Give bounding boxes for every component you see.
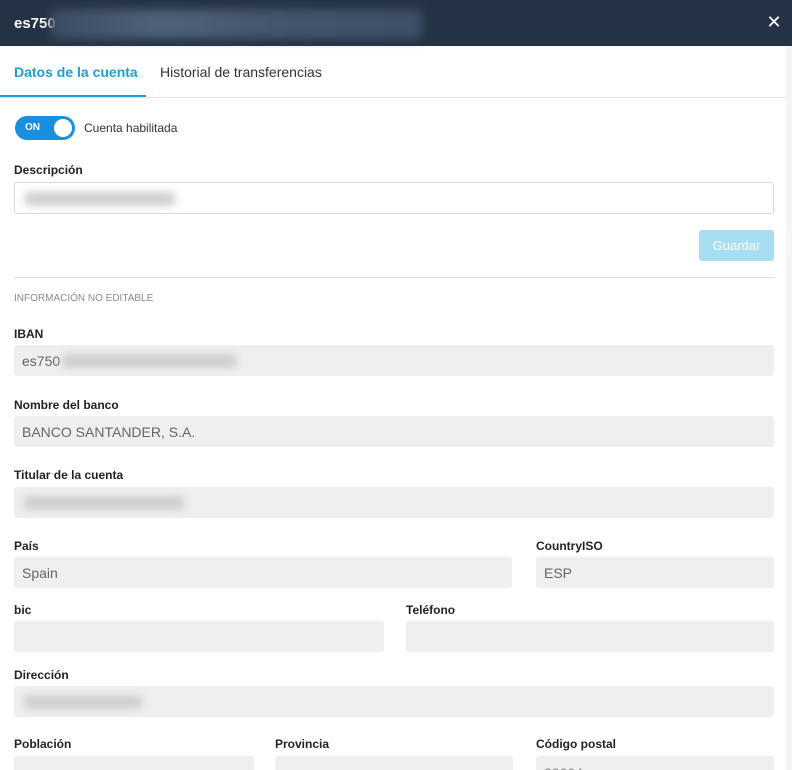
bank-name-value: BANCO SANTANDER, S.A. [22,424,196,440]
scrollbar-track[interactable] [786,46,792,770]
tab-bar: Datos de la cuenta Historial de transfer… [0,46,792,98]
redacted-iban-digits [62,354,237,368]
city-field [14,756,254,770]
description-label: Descripción [14,163,83,177]
toggle-knob [54,119,72,137]
bic-label: bic [14,603,32,617]
postal-code-label: Código postal [536,737,616,751]
tab-transfer-history[interactable]: Historial de transferencias [160,64,322,80]
country-iso-value: ESP [544,565,573,581]
account-enabled-toggle[interactable]: ON [15,116,75,140]
redacted-holder-value [24,496,184,510]
address-field [14,686,774,717]
readonly-section-title: INFORMACIÓN NO EDITABLE [14,293,154,304]
province-field [275,756,513,770]
address-label: Dirección [14,668,69,682]
bic-field [14,621,384,652]
active-tab-indicator [0,95,146,97]
toggle-state-label: ON [25,122,40,133]
save-button[interactable]: Guardar [699,230,774,261]
province-label: Provincia [275,737,330,751]
country-iso-label: CountryISO [536,539,603,553]
section-divider [14,277,774,278]
postal-code-field: 28004 [536,756,774,770]
iban-value: es750 [22,353,61,369]
bank-name-field: BANCO SANTANDER, S.A. [14,416,774,447]
account-holder-label: Titular de la cuenta [14,468,124,482]
iban-field: es750 [14,345,774,376]
redacted-description-value [25,192,175,206]
postal-code-value: 28004 [544,765,583,770]
iban-label: IBAN [14,327,44,341]
description-input[interactable] [14,182,774,214]
country-label: País [14,539,39,553]
modal-header: es750 ✕ [0,0,792,46]
country-iso-field: ESP [536,557,774,588]
country-field: Spain [14,557,512,588]
bank-name-label: Nombre del banco [14,398,119,412]
city-label: Población [14,737,72,751]
phone-field [406,621,774,652]
account-holder-field [14,487,774,518]
toggle-description: Cuenta habilitada [84,121,178,135]
country-value: Spain [22,565,58,581]
tab-account-data[interactable]: Datos de la cuenta [14,64,138,80]
close-icon[interactable]: ✕ [764,10,784,34]
phone-label: Teléfono [406,603,456,617]
redacted-address-value [24,695,142,709]
redacted-title-region [50,9,422,39]
